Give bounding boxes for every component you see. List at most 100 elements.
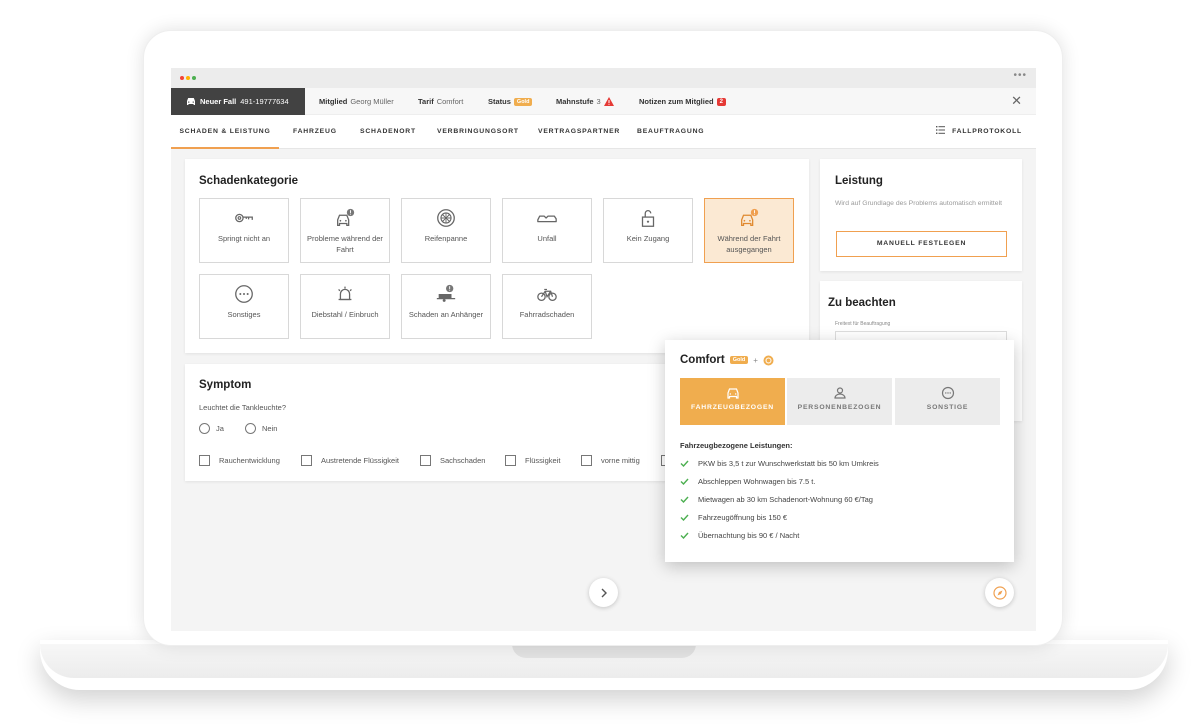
check-icon — [680, 514, 689, 521]
category-wont-start[interactable]: Springt nicht an — [199, 198, 289, 263]
status-info: Status Gold — [488, 88, 533, 115]
checkbox-label: Sachschaden — [440, 456, 486, 465]
close-dot-icon[interactable] — [180, 76, 184, 80]
service-title: Leistung — [835, 175, 883, 187]
tire-icon — [437, 209, 455, 227]
more-icon — [941, 386, 954, 400]
benefit-text: Mietwagen ab 30 km Schadenort-Wohnung 60… — [698, 495, 873, 504]
category-driving-problems[interactable]: Probleme während der Fahrt — [300, 198, 390, 263]
benefit-item: PKW bis 3,5 t zur Wunschwerkstatt bis 50… — [680, 459, 879, 468]
status-key: Status — [488, 97, 511, 106]
tab-assignment[interactable]: BEAUFTRAGUNG — [637, 115, 704, 149]
tab-vehicle[interactable]: FAHRZEUG — [293, 115, 337, 149]
radio-circle — [199, 423, 210, 434]
symptom-title: Symptom — [199, 379, 252, 391]
checkbox-label: vorne mittig — [601, 456, 640, 465]
tab-damage-service[interactable]: SCHADEN & LEISTUNG — [171, 115, 279, 149]
check-icon — [680, 460, 689, 467]
minimize-dot-icon[interactable] — [186, 76, 190, 80]
checkbox-label: Austretende Flüssigkeit — [321, 456, 399, 465]
benefit-text: Abschleppen Wohnwagen bis 7.5 t. — [698, 477, 816, 486]
benefit-item: Fahrzeugöffnung bis 150 € — [680, 513, 787, 522]
tab-damage-location[interactable]: SCHADENORT — [360, 115, 416, 149]
new-case-tab[interactable]: Neuer Fall 491-19777634 — [171, 88, 305, 115]
lock-open-icon — [641, 210, 655, 227]
tab-destination[interactable]: VERBRINGUNGSORT — [437, 115, 519, 149]
dunning-value: 3 — [596, 97, 601, 106]
damage-category-panel: Schadenkategorie Springt nicht an Proble… — [185, 159, 809, 353]
category-label: Fahrradschaden — [519, 310, 575, 319]
notes-count-badge: 2 — [716, 97, 726, 106]
category-label: Kein Zugang — [626, 234, 670, 243]
maximize-dot-icon[interactable] — [192, 76, 196, 80]
damage-category-title: Schadenkategorie — [199, 175, 299, 187]
bicycle-icon — [537, 288, 557, 302]
popup-tab-vehicle[interactable]: FAHRZEUGBEZOGEN — [680, 378, 785, 425]
laptop-notch — [512, 644, 696, 658]
window-more-icon[interactable]: ••• — [1013, 70, 1027, 81]
list-icon — [936, 126, 946, 134]
check-icon — [680, 478, 689, 485]
notes-field-label: Freitext für Beauftragung — [835, 321, 891, 327]
radio-no[interactable]: Nein — [245, 423, 277, 434]
category-trailer-damage[interactable]: Schaden an Anhänger — [401, 274, 491, 339]
next-button[interactable] — [589, 578, 618, 607]
radio-yes-label: Ja — [216, 424, 224, 433]
popup-tab-label: SONSTIGE — [926, 404, 969, 411]
category-no-access[interactable]: Kein Zugang — [603, 198, 693, 263]
member-info: Mitglied Georg Müller — [319, 88, 394, 115]
notes-title: Zu beachten — [828, 297, 896, 309]
category-label: Während der Fahrt ausgegangen — [717, 234, 781, 254]
checkbox-property-damage[interactable]: Sachschaden — [420, 455, 485, 466]
tariff-key: Tarif — [418, 97, 434, 106]
category-label: Probleme während der Fahrt — [307, 234, 383, 254]
case-protocol-link[interactable]: FALLPROTOKOLL — [936, 115, 1022, 149]
tariff-info: Tarif Comfort — [418, 88, 463, 115]
benefit-item: Mietwagen ab 30 km Schadenort-Wohnung 60… — [680, 495, 873, 504]
category-other[interactable]: Sonstiges — [199, 274, 289, 339]
checkbox-front-center[interactable]: vorne mittig — [581, 455, 640, 466]
person-icon — [833, 387, 846, 399]
navigation-button[interactable] — [985, 578, 1014, 607]
checkbox-smoke[interactable]: Rauchentwicklung — [199, 455, 280, 466]
category-flat-tire[interactable]: Reifenpanne — [401, 198, 491, 263]
check-icon — [680, 496, 689, 503]
benefit-item: Übernachtung bis 90 € / Nacht — [680, 531, 799, 540]
popup-tab-label: PERSONENBEZOGEN — [797, 404, 882, 411]
member-key: Mitglied — [319, 97, 348, 106]
category-accident[interactable]: Unfall — [502, 198, 592, 263]
radio-yes[interactable]: Ja — [199, 423, 224, 434]
manual-set-button[interactable]: MANUELL FESTLEGEN — [836, 231, 1007, 257]
category-stalled-while-driving[interactable]: Während der Fahrt ausgegangen — [704, 198, 794, 263]
tariff-popup: Comfort Gold + FAHRZEUGBEZOGEN PERSONENB… — [665, 340, 1014, 562]
checkbox-fluid[interactable]: Flüssigkeit — [505, 455, 560, 466]
checkbox-box — [301, 455, 312, 466]
car-warning-icon — [337, 208, 355, 226]
car-warning-icon — [741, 208, 759, 226]
chevron-right-icon — [601, 588, 607, 597]
checkbox-box — [199, 455, 210, 466]
case-bar: Neuer Fall 491-19777634 Mitglied Georg M… — [171, 88, 1036, 115]
category-label: Sonstiges — [227, 310, 261, 319]
member-value: Georg Müller — [350, 97, 394, 106]
tab-contract-partner[interactable]: VERTRAGSPARTNER — [538, 115, 620, 149]
category-theft[interactable]: Diebstahl / Einbruch — [300, 274, 390, 339]
checkbox-box — [505, 455, 516, 466]
member-notes-link[interactable]: Notizen zum Mitglied 2 — [639, 88, 726, 115]
check-icon — [680, 532, 689, 539]
key-icon — [235, 213, 253, 223]
category-bicycle-damage[interactable]: Fahrradschaden — [502, 274, 592, 339]
service-description: Wird auf Grundlage des Problems automati… — [835, 200, 1002, 207]
symptom-question: Leuchtet die Tankleuchte? — [199, 403, 287, 412]
category-label: Reifenpanne — [424, 234, 468, 243]
checkbox-box — [420, 455, 431, 466]
popup-plus: + — [753, 355, 758, 365]
new-case-label: Neuer Fall — [200, 97, 237, 106]
close-icon[interactable]: ✕ — [1011, 93, 1022, 109]
case-protocol-label: FALLPROTOKOLL — [952, 128, 1022, 135]
checkbox-leaking-fluid[interactable]: Austretende Flüssigkeit — [301, 455, 399, 466]
category-label: Schaden an Anhänger — [408, 310, 484, 319]
popup-tab-other[interactable]: SONSTIGE — [895, 378, 1000, 425]
checkbox-label: Flüssigkeit — [525, 456, 561, 465]
popup-tab-person[interactable]: PERSONENBEZOGEN — [787, 378, 892, 425]
